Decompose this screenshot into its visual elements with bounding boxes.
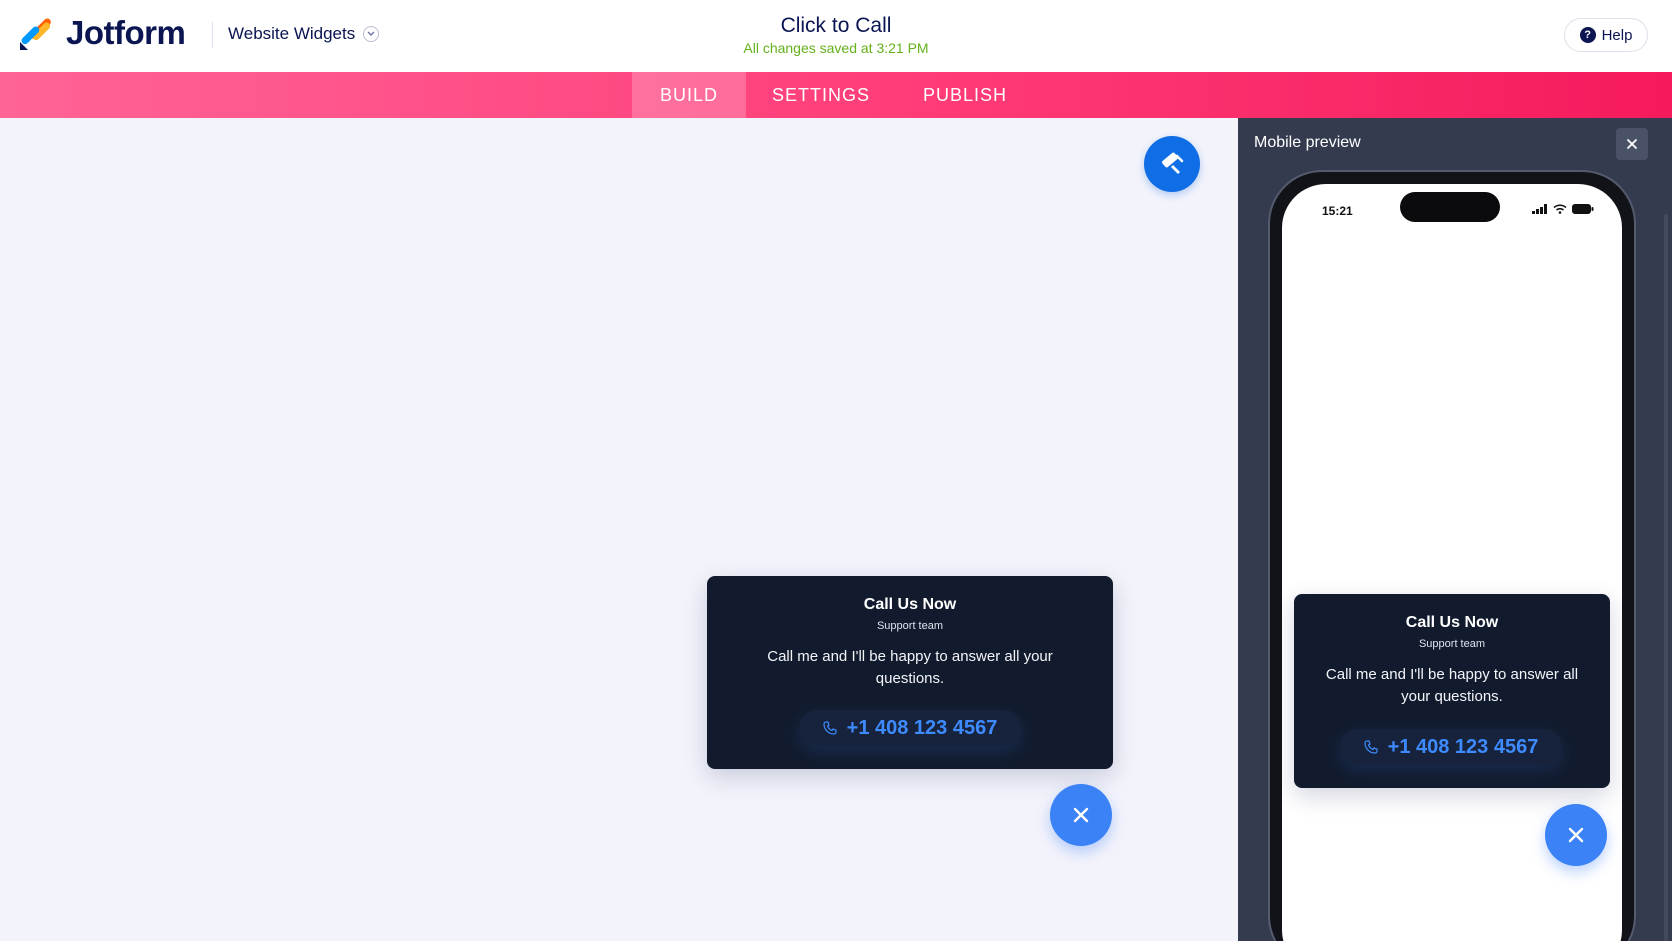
product-menu-label: Website Widgets [228, 24, 356, 43]
preview-close-button[interactable] [1616, 128, 1648, 160]
call-button[interactable]: +1 408 123 4567 [799, 710, 1021, 746]
paint-roller-icon [1162, 152, 1184, 174]
card-subtitle: Support team [876, 620, 944, 632]
signal-icon [1532, 204, 1547, 214]
mobile-call-button[interactable]: +1 408 123 4567 [1340, 729, 1562, 765]
header-divider [212, 22, 213, 48]
card-title: Call Us Now [863, 596, 957, 613]
mobile-preview-panel: Mobile preview 15:21 Call Us Now Support… [1238, 118, 1672, 941]
designer-button[interactable] [1144, 136, 1200, 192]
tab-build[interactable]: BUILD [632, 72, 746, 118]
phone-icon [823, 721, 837, 735]
help-button[interactable]: ? Help [1564, 18, 1648, 52]
mobile-widget-card: Call Us Now Support team Call me and I'l… [1294, 594, 1610, 788]
close-icon [1568, 827, 1584, 843]
status-icons [1532, 204, 1594, 214]
phone-screen: 15:21 Call Us Now Support team Call me a… [1282, 184, 1622, 941]
builder-tabs: BUILD SETTINGS PUBLISH [0, 72, 1672, 118]
product-menu[interactable]: Website Widgets [228, 24, 380, 44]
help-label: Help [1601, 26, 1633, 44]
preview-title: Mobile preview [1254, 134, 1361, 151]
phone-number: +1 408 123 4567 [846, 716, 998, 739]
wifi-icon [1553, 204, 1567, 214]
widget-card: Call Us Now Support team Call me and I'l… [707, 576, 1113, 769]
tab-settings[interactable]: SETTINGS [762, 72, 880, 118]
phone-icon [1364, 740, 1378, 754]
save-status: All changes saved at 3:21 PM [743, 40, 929, 56]
help-circle-icon: ? [1579, 27, 1596, 43]
mobile-widget-close-button[interactable] [1545, 804, 1607, 866]
mobile-card-title: Call Us Now [1405, 614, 1499, 631]
app-header: Jotform Website Widgets Click to Call Al… [0, 0, 1672, 72]
phone-frame: 15:21 Call Us Now Support team Call me a… [1268, 170, 1636, 941]
form-title-area: Click to Call All changes saved at 3:21 … [636, 14, 1036, 56]
jotform-logo-icon[interactable] [18, 16, 54, 52]
preview-scrollbar[interactable] [1664, 214, 1668, 941]
brand-name[interactable]: Jotform [66, 14, 186, 52]
close-icon [1073, 807, 1089, 823]
widget-close-button[interactable] [1050, 784, 1112, 846]
close-icon [1627, 139, 1637, 149]
battery-icon [1572, 204, 1594, 214]
dynamic-island [1400, 192, 1500, 222]
mobile-card-subtitle: Support team [1418, 638, 1486, 650]
mobile-phone-number: +1 408 123 4567 [1387, 735, 1539, 758]
status-time: 15:21 [1322, 204, 1353, 218]
form-title[interactable]: Click to Call [636, 14, 1036, 38]
card-message: Call me and I'll be happy to answer all … [767, 648, 1053, 687]
tab-publish[interactable]: PUBLISH [912, 72, 1018, 118]
mobile-card-message: Call me and I'll be happy to answer all … [1325, 666, 1579, 705]
chevron-down-icon [363, 26, 380, 42]
